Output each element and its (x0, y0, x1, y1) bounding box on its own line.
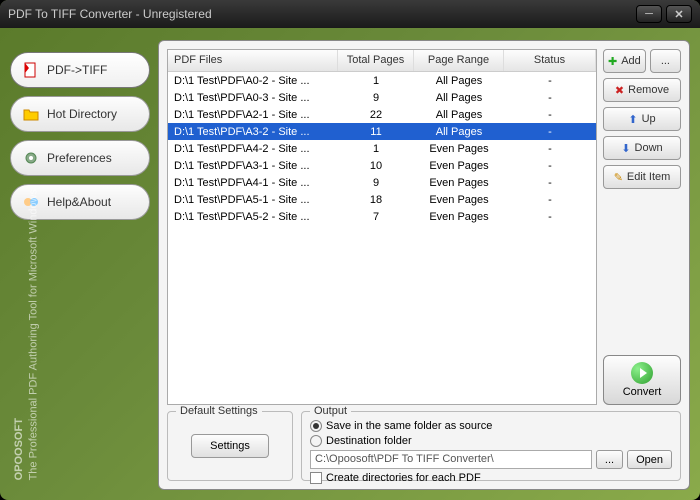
cell-status: - (504, 91, 596, 105)
cell-pages: 1 (338, 142, 414, 156)
cell-pages: 9 (338, 91, 414, 105)
create-dirs-label: Create directories for each PDF (326, 472, 481, 484)
action-buttons: ✚Add ... ✖Remove ⬆Up ⬇Down ✎Edit Item Co… (603, 49, 681, 405)
pencil-icon: ✎ (614, 171, 623, 184)
convert-button[interactable]: Convert (603, 355, 681, 405)
table-row[interactable]: D:\1 Test\PDF\A5-2 - Site ...7Even Pages… (168, 208, 596, 225)
output-group: Output Save in the same folder as source… (301, 411, 681, 481)
table-row[interactable]: D:\1 Test\PDF\A4-1 - Site ...9Even Pages… (168, 174, 596, 191)
sidebar-item-preferences[interactable]: Preferences (10, 140, 150, 176)
cell-file: D:\1 Test\PDF\A0-2 - Site ... (168, 74, 338, 88)
table-row[interactable]: D:\1 Test\PDF\A3-2 - Site ...11All Pages… (168, 123, 596, 140)
browse-button[interactable]: ... (596, 450, 623, 469)
table-row[interactable]: D:\1 Test\PDF\A2-1 - Site ...22All Pages… (168, 106, 596, 123)
plus-icon: ✚ (608, 55, 617, 68)
top-section: PDF Files Total Pages Page Range Status … (167, 49, 681, 405)
up-button[interactable]: ⬆Up (603, 107, 681, 131)
cell-pages: 10 (338, 159, 414, 173)
cell-pages: 22 (338, 108, 414, 122)
content-area: PDF->TIFF Hot Directory Preferences Help… (0, 28, 700, 500)
add-more-button[interactable]: ... (650, 49, 681, 73)
folder-icon (21, 104, 41, 124)
cell-range: All Pages (414, 91, 504, 105)
default-settings-group: Default Settings Settings (167, 411, 293, 481)
cell-status: - (504, 74, 596, 88)
cell-range: Even Pages (414, 142, 504, 156)
down-icon: ⬇ (621, 142, 630, 155)
header-status[interactable]: Status (504, 50, 596, 71)
cell-file: D:\1 Test\PDF\A4-1 - Site ... (168, 176, 338, 190)
sidebar-label: Preferences (47, 151, 112, 165)
create-dirs-checkbox[interactable] (310, 472, 322, 484)
edit-item-button[interactable]: ✎Edit Item (603, 165, 681, 189)
dest-folder-radio[interactable] (310, 435, 322, 447)
cell-range: All Pages (414, 74, 504, 88)
sidebar-label: Help&About (47, 195, 111, 209)
minimize-button[interactable]: ─ (636, 5, 662, 23)
cell-file: D:\1 Test\PDF\A2-1 - Site ... (168, 108, 338, 122)
dest-folder-label: Destination folder (326, 435, 412, 447)
down-button[interactable]: ⬇Down (603, 136, 681, 160)
sidebar: PDF->TIFF Hot Directory Preferences Help… (4, 40, 150, 490)
cell-pages: 11 (338, 125, 414, 139)
table-header: PDF Files Total Pages Page Range Status (168, 50, 596, 72)
same-folder-radio[interactable] (310, 420, 322, 432)
app-window: PDF To TIFF Converter - Unregistered ─ ✕… (0, 0, 700, 500)
add-button[interactable]: ✚Add (603, 49, 646, 73)
table-body[interactable]: D:\1 Test\PDF\A0-2 - Site ...1All Pages-… (168, 72, 596, 404)
up-icon: ⬆ (628, 113, 637, 126)
cell-file: D:\1 Test\PDF\A3-1 - Site ... (168, 159, 338, 173)
cell-range: Even Pages (414, 176, 504, 190)
x-icon: ✖ (615, 84, 624, 97)
table-row[interactable]: D:\1 Test\PDF\A5-1 - Site ...18Even Page… (168, 191, 596, 208)
cell-file: D:\1 Test\PDF\A3-2 - Site ... (168, 125, 338, 139)
gear-icon (21, 148, 41, 168)
table-row[interactable]: D:\1 Test\PDF\A0-2 - Site ...1All Pages- (168, 72, 596, 89)
open-button[interactable]: Open (627, 450, 672, 469)
cell-file: D:\1 Test\PDF\A5-2 - Site ... (168, 210, 338, 224)
cell-status: - (504, 142, 596, 156)
dest-path-input[interactable]: C:\Opoosoft\PDF To TIFF Converter\ (310, 450, 592, 469)
cell-status: - (504, 159, 596, 173)
cell-file: D:\1 Test\PDF\A0-3 - Site ... (168, 91, 338, 105)
sidebar-label: PDF->TIFF (47, 63, 107, 77)
cell-status: - (504, 125, 596, 139)
cell-pages: 7 (338, 210, 414, 224)
pdf-icon (21, 60, 41, 80)
sidebar-item-pdf-tiff[interactable]: PDF->TIFF (10, 52, 150, 88)
sidebar-label: Hot Directory (47, 107, 117, 121)
titlebar: PDF To TIFF Converter - Unregistered ─ ✕ (0, 0, 700, 28)
cell-range: Even Pages (414, 210, 504, 224)
header-pages[interactable]: Total Pages (338, 50, 414, 71)
branding: OPOOSOFT The Professional PDF Authoring … (12, 189, 42, 480)
cell-range: All Pages (414, 125, 504, 139)
cell-status: - (504, 176, 596, 190)
cell-file: D:\1 Test\PDF\A5-1 - Site ... (168, 193, 338, 207)
file-table: PDF Files Total Pages Page Range Status … (167, 49, 597, 405)
remove-button[interactable]: ✖Remove (603, 78, 681, 102)
sidebar-item-hot-directory[interactable]: Hot Directory (10, 96, 150, 132)
table-row[interactable]: D:\1 Test\PDF\A0-3 - Site ...9All Pages- (168, 89, 596, 106)
cell-pages: 1 (338, 74, 414, 88)
table-row[interactable]: D:\1 Test\PDF\A3-1 - Site ...10Even Page… (168, 157, 596, 174)
cell-range: Even Pages (414, 193, 504, 207)
settings-button[interactable]: Settings (191, 434, 269, 458)
close-button[interactable]: ✕ (666, 5, 692, 23)
same-folder-label: Save in the same folder as source (326, 420, 492, 432)
cell-pages: 9 (338, 176, 414, 190)
cell-status: - (504, 108, 596, 122)
cell-range: Even Pages (414, 159, 504, 173)
play-icon (631, 362, 653, 384)
main-panel: PDF Files Total Pages Page Range Status … (158, 40, 690, 490)
bottom-section: Default Settings Settings Output Save in… (167, 411, 681, 481)
cell-file: D:\1 Test\PDF\A4-2 - Site ... (168, 142, 338, 156)
table-row[interactable]: D:\1 Test\PDF\A4-2 - Site ...1Even Pages… (168, 140, 596, 157)
window-title: PDF To TIFF Converter - Unregistered (8, 7, 632, 21)
cell-range: All Pages (414, 108, 504, 122)
cell-status: - (504, 193, 596, 207)
header-range[interactable]: Page Range (414, 50, 504, 71)
header-file[interactable]: PDF Files (168, 50, 338, 71)
cell-status: - (504, 210, 596, 224)
cell-pages: 18 (338, 193, 414, 207)
